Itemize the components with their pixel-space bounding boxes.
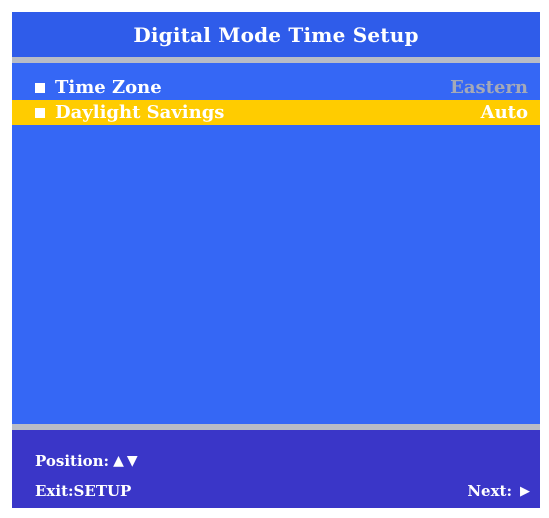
footer-help: Position: ▲ ▼ Exit: SETUP Next: ▶ — [12, 430, 540, 508]
exit-label: Exit: — [35, 482, 74, 500]
exit-key: SETUP — [73, 482, 132, 500]
menu-item-label: Daylight Savings — [55, 102, 225, 123]
menu-item-label: Time Zone — [55, 77, 162, 98]
menu-item-value: Auto — [480, 102, 528, 123]
menu-item-daylight-savings[interactable]: Daylight Savings Auto — [12, 100, 540, 125]
position-hint: Position: ▲ ▼ — [35, 452, 138, 470]
triangle-up-icon: ▲ — [113, 453, 124, 469]
next-hint: Next: ▶ — [467, 482, 530, 500]
menu-title: Digital Mode Time Setup — [12, 12, 540, 57]
square-bullet-icon — [35, 82, 45, 93]
square-bullet-icon — [35, 107, 45, 118]
menu-item-value: Eastern — [450, 77, 528, 98]
title-divider — [12, 57, 540, 63]
exit-hint: Exit: SETUP — [35, 482, 131, 500]
menu-item-time-zone[interactable]: Time Zone Eastern — [12, 75, 540, 100]
position-label: Position: — [35, 452, 110, 470]
triangle-right-icon: ▶ — [520, 483, 530, 499]
triangle-down-icon: ▼ — [126, 453, 138, 469]
next-label: Next: — [467, 482, 512, 500]
osd-menu-window: Digital Mode Time Setup Time Zone Easter… — [12, 12, 540, 508]
